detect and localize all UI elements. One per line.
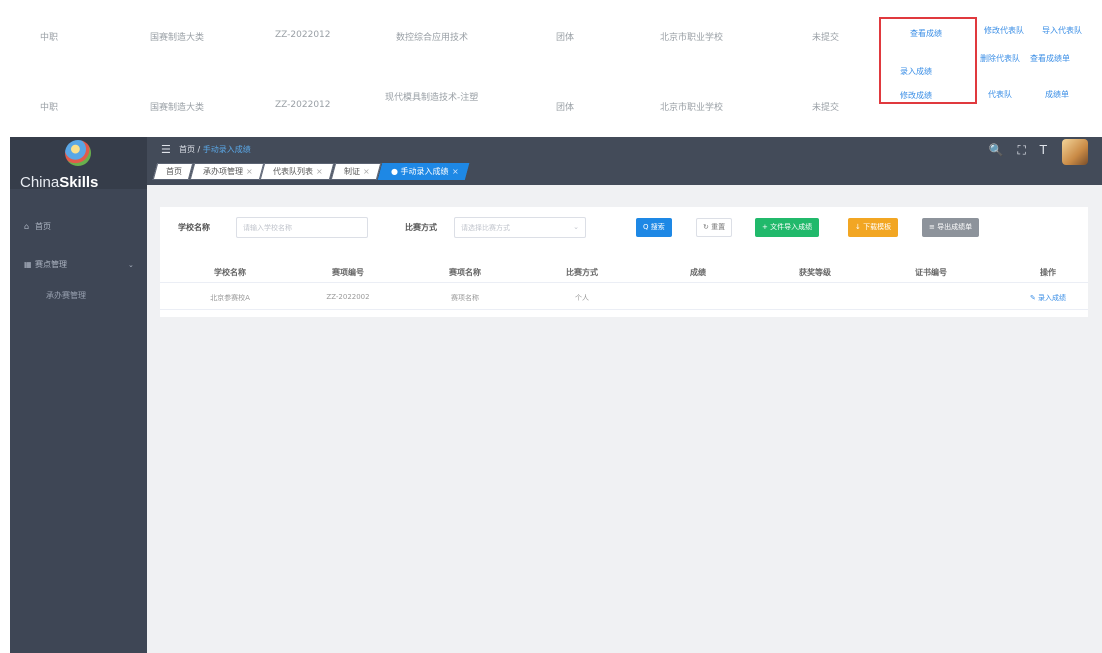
- sidebar-item-home[interactable]: ⌂ 首页: [24, 221, 51, 232]
- school-input[interactable]: 请输入学校名称: [236, 217, 368, 238]
- cell-status: 未提交: [812, 33, 840, 43]
- enter-score-link[interactable]: ✎ 录入成绩: [1030, 293, 1066, 303]
- sidebar-item-host-events[interactable]: 承办赛管理: [46, 290, 86, 301]
- chinaskills-logo-icon: [65, 140, 91, 166]
- close-icon: ×: [316, 167, 324, 176]
- col-header: 赛项名称: [449, 268, 481, 277]
- school-label: 学校名称: [178, 223, 210, 232]
- menu-toggle-icon[interactable]: ☰: [161, 143, 171, 156]
- import-score-button[interactable]: + 文件导入成绩: [755, 218, 820, 237]
- import-team-link[interactable]: 导入代表队: [1042, 25, 1082, 36]
- cell-school: 北京市职业学校: [660, 33, 724, 43]
- tab-manual-score[interactable]: ● 手动录入成绩 ×: [377, 163, 470, 180]
- edit-team-link[interactable]: 修改代表队: [984, 25, 1024, 36]
- sidebar-item-venue[interactable]: ▦ 赛点管理: [24, 259, 67, 270]
- reset-button[interactable]: ↻ 重置: [696, 218, 733, 237]
- grid-icon: ▦: [24, 260, 32, 269]
- col-header: 操作: [1040, 268, 1056, 277]
- cell-event: 现代模具制造技术-注塑: [385, 93, 479, 103]
- main-panel: 学校名称 请输入学校名称 比赛方式 请选择比赛方式 ⌄ Q 搜索 ↻ 重置 + …: [160, 207, 1088, 317]
- col-header: 比赛方式: [566, 268, 598, 277]
- export-transcript-button[interactable]: ≡ 导出成绩单: [922, 218, 980, 237]
- tab-team-list[interactable]: 代表队列表 ×: [260, 163, 335, 180]
- app-window: ChinaSkills ⌂ 首页 ▦ 赛点管理 ⌄ 承办赛管理 ☰ 首页 / 手动录…: [10, 137, 1102, 653]
- close-icon: ×: [363, 167, 370, 176]
- close-icon: ×: [451, 167, 458, 176]
- view-transcript-link[interactable]: 查看成绩单: [1030, 53, 1070, 64]
- cell-mode: 团体: [556, 103, 575, 113]
- logo: ChinaSkills: [10, 137, 147, 191]
- col-header: 获奖等级: [799, 268, 831, 277]
- tab-home[interactable]: 首页: [152, 163, 194, 180]
- col-header: 成绩: [690, 268, 706, 277]
- download-template-button[interactable]: ↓ 下载模板: [848, 218, 899, 237]
- col-header: 学校名称: [214, 268, 246, 277]
- cell-code: ZZ-2022012: [275, 100, 331, 110]
- cell-status: 未提交: [812, 103, 840, 113]
- chevron-down-icon[interactable]: ⌄: [128, 261, 134, 269]
- cell-school: 北京市职业学校: [660, 103, 724, 113]
- team-link[interactable]: 代表队: [988, 89, 1012, 100]
- mode-select[interactable]: 请选择比赛方式 ⌄: [454, 217, 586, 238]
- cell-category: 国赛制造大类: [150, 103, 205, 113]
- cell-level: 中职: [40, 103, 59, 113]
- tags-view: 首页 承办项管理 × 代表队列表 × 制证 × ● 手动录入成绩 ×: [152, 163, 470, 181]
- breadcrumb-root[interactable]: 首页 /: [179, 145, 200, 154]
- tab-certificate[interactable]: 制证 ×: [330, 163, 382, 180]
- breadcrumb: 首页 / 手动录入成绩: [179, 144, 251, 155]
- cell-mode: 个人: [575, 294, 589, 302]
- filter-bar: 学校名称 请输入学校名称 比赛方式 请选择比赛方式 ⌄ Q 搜索 ↻ 重置 + …: [160, 217, 1088, 239]
- cell-code: ZZ-2022002: [326, 293, 370, 301]
- cell-code: ZZ-2022012: [275, 30, 331, 40]
- sidebar-item-label: 首页: [35, 222, 51, 231]
- cell-event: 数控综合应用技术: [396, 33, 469, 43]
- top-bar: ☰ 首页 / 手动录入成绩 🔍 ⛶ T 首页 承办项管理 × 代表队列表 × 制证 ×…: [147, 137, 1102, 185]
- search-button[interactable]: Q 搜索: [636, 218, 672, 237]
- close-icon: ×: [245, 167, 253, 176]
- home-icon: ⌂: [24, 222, 30, 231]
- transcript-link[interactable]: 成绩单: [1045, 89, 1069, 100]
- breadcrumb-current: 手动录入成绩: [202, 145, 251, 154]
- cell-level: 中职: [40, 33, 59, 43]
- toolbar-icons[interactable]: 🔍 ⛶ T: [989, 143, 1052, 158]
- mode-select-placeholder: 请选择比赛方式: [461, 224, 510, 232]
- cell-category: 国赛制造大类: [150, 33, 205, 43]
- delete-team-link[interactable]: 删除代表队: [980, 53, 1020, 64]
- sidebar-item-label: 赛点管理: [35, 260, 67, 269]
- tab-host-events[interactable]: 承办项管理 ×: [189, 163, 264, 180]
- table-header: 学校名称 赛项编号 赛项名称 比赛方式 成绩 获奖等级 证书编号 操作: [160, 261, 1088, 283]
- sidebar: ChinaSkills ⌂ 首页 ▦ 赛点管理 ⌄ 承办赛管理: [10, 137, 147, 653]
- table-row: 北京参赛校A ZZ-2022002 赛项名称 个人 ✎ 录入成绩: [160, 284, 1088, 310]
- highlight-box: [879, 17, 977, 104]
- cell-mode: 团体: [556, 33, 575, 43]
- brand-name: ChinaSkills: [20, 174, 99, 191]
- col-header: 赛项编号: [332, 268, 364, 277]
- reference-strip: 中职 国赛制造大类 ZZ-2022012 数控综合应用技术 团体 北京市职业学校…: [0, 0, 1102, 130]
- cell-school: 北京参赛校A: [210, 294, 250, 302]
- col-header: 证书编号: [915, 268, 947, 277]
- mode-label: 比赛方式: [405, 223, 437, 232]
- chevron-down-icon: ⌄: [573, 223, 579, 231]
- avatar[interactable]: [1062, 139, 1088, 165]
- cell-event: 赛项名称: [451, 294, 479, 302]
